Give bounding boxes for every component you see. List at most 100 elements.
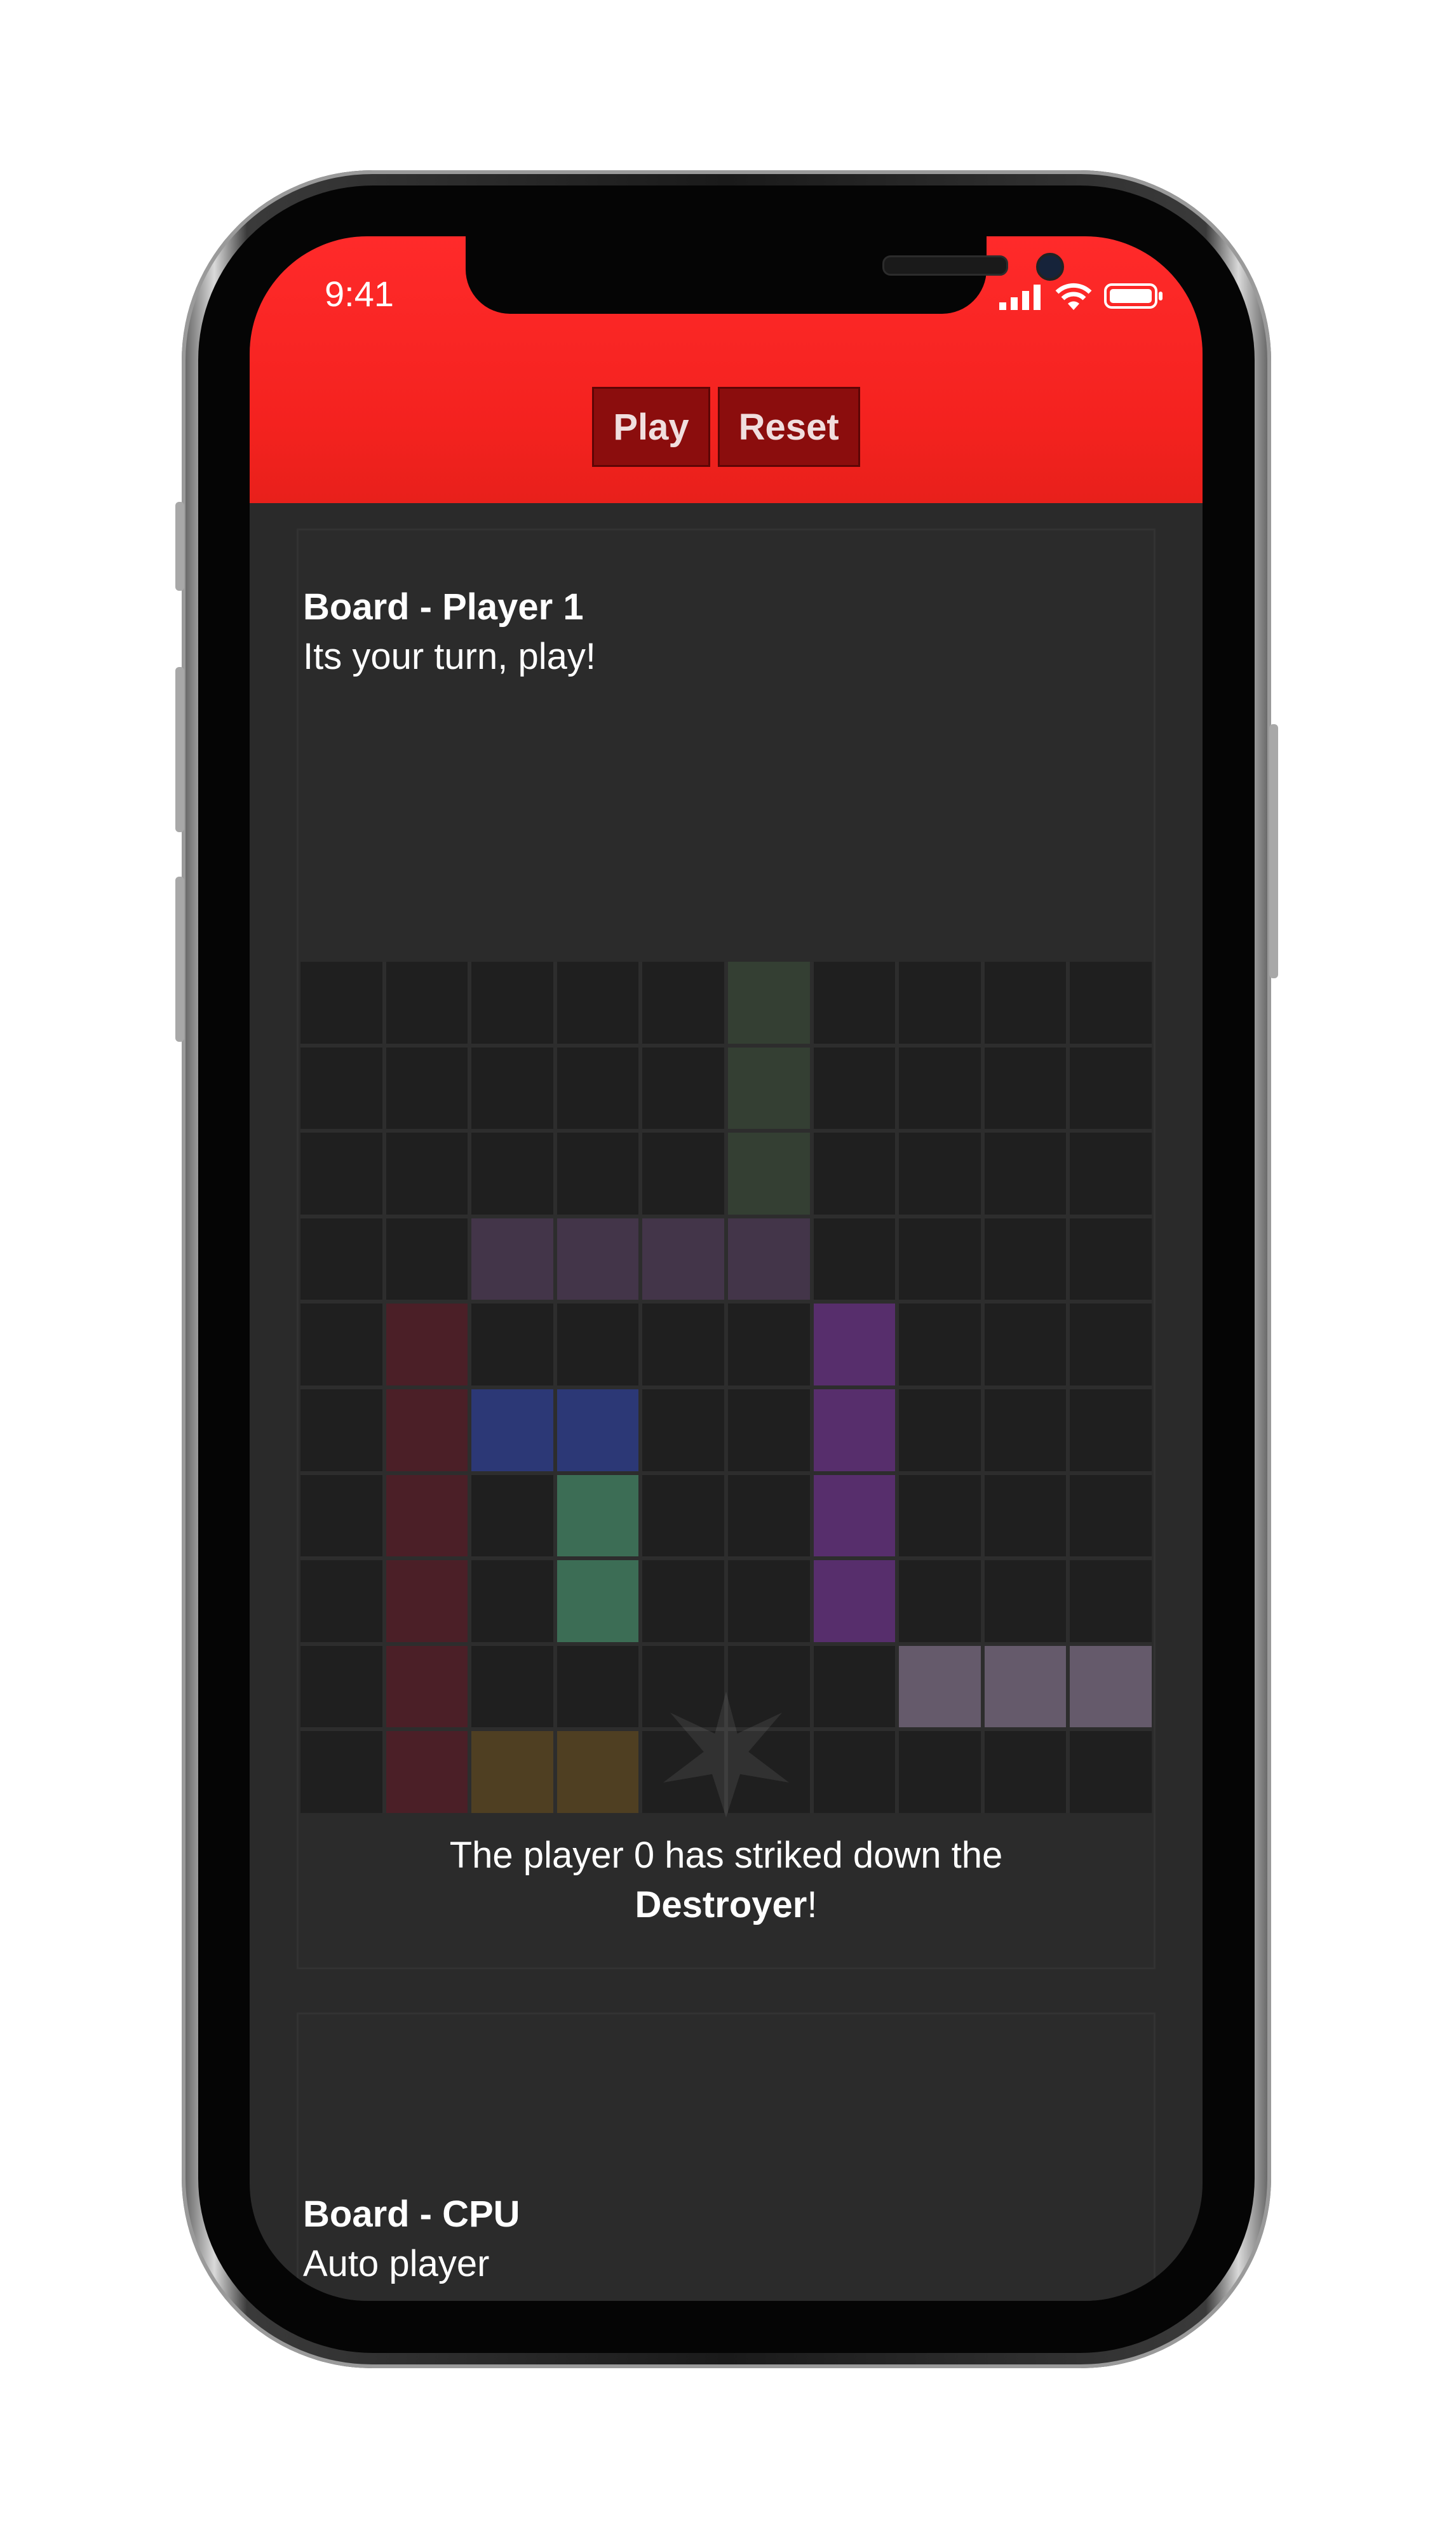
- ship-cell[interactable]: [642, 1218, 724, 1300]
- ship-cell[interactable]: [556, 1560, 639, 1642]
- reset-button[interactable]: Reset: [717, 387, 860, 467]
- board-cell[interactable]: [1070, 962, 1152, 1044]
- board-cell[interactable]: [471, 1133, 553, 1215]
- ship-cell[interactable]: [899, 1645, 981, 1728]
- ship-cell[interactable]: [471, 1389, 553, 1471]
- board-cell[interactable]: [642, 1047, 724, 1129]
- board-cell[interactable]: [899, 1474, 981, 1557]
- ship-cell[interactable]: [556, 1731, 639, 1813]
- ship-cell[interactable]: [813, 1304, 896, 1385]
- board-cell[interactable]: [642, 1474, 724, 1557]
- board-cell[interactable]: [1070, 1218, 1152, 1300]
- board-cell[interactable]: [1070, 1389, 1152, 1471]
- board-cell[interactable]: [300, 1731, 382, 1813]
- board-cell[interactable]: [899, 1731, 981, 1813]
- board-cell[interactable]: [642, 1389, 724, 1471]
- board-cell[interactable]: [471, 962, 553, 1044]
- board-cell[interactable]: [556, 1133, 639, 1215]
- ship-cell[interactable]: [386, 1645, 468, 1728]
- ship-cell[interactable]: [386, 1304, 468, 1385]
- board-cell[interactable]: [1070, 1474, 1152, 1557]
- board-cell[interactable]: [728, 1560, 810, 1642]
- ship-cell[interactable]: [556, 1218, 639, 1300]
- board-cell[interactable]: [471, 1304, 553, 1385]
- board-cell[interactable]: [899, 1560, 981, 1642]
- board-cell[interactable]: [813, 1133, 896, 1215]
- board-cell[interactable]: [813, 1731, 896, 1813]
- board-cell[interactable]: [386, 962, 468, 1044]
- board-cell[interactable]: [300, 1047, 382, 1129]
- board-cell[interactable]: [899, 962, 981, 1044]
- board-cell[interactable]: [386, 1218, 468, 1300]
- ship-cell[interactable]: [556, 1389, 639, 1471]
- ship-cell[interactable]: [728, 962, 810, 1044]
- board-cell[interactable]: [471, 1645, 553, 1728]
- board-cell[interactable]: [300, 1389, 382, 1471]
- board-cell[interactable]: [728, 1389, 810, 1471]
- board-cell[interactable]: [984, 1731, 1067, 1813]
- ship-cell[interactable]: [984, 1645, 1067, 1728]
- board-cell[interactable]: [642, 1560, 724, 1642]
- board-cell[interactable]: [300, 1304, 382, 1385]
- player-board-title: Board - Player 1: [303, 586, 584, 628]
- board-cell[interactable]: [471, 1560, 553, 1642]
- board-cell[interactable]: [300, 1645, 382, 1728]
- board-cell[interactable]: [899, 1047, 981, 1129]
- ship-cell[interactable]: [813, 1389, 896, 1471]
- board-cell[interactable]: [556, 1645, 639, 1728]
- board-cell[interactable]: [899, 1389, 981, 1471]
- board-cell[interactable]: [813, 1218, 896, 1300]
- ship-cell[interactable]: [386, 1731, 468, 1813]
- board-cell[interactable]: [300, 1218, 382, 1300]
- board-cell[interactable]: [1070, 1133, 1152, 1215]
- board-cell[interactable]: [300, 1133, 382, 1215]
- board-cell[interactable]: [556, 962, 639, 1044]
- board-cell[interactable]: [984, 1474, 1067, 1557]
- ship-cell[interactable]: [1070, 1645, 1152, 1728]
- ship-cell[interactable]: [813, 1560, 896, 1642]
- board-cell[interactable]: [813, 1645, 896, 1728]
- board-cell[interactable]: [728, 1474, 810, 1557]
- ship-cell[interactable]: [471, 1731, 553, 1813]
- ship-cell[interactable]: [386, 1560, 468, 1642]
- board-cell[interactable]: [556, 1304, 639, 1385]
- board-cell[interactable]: [1070, 1304, 1152, 1385]
- ship-cell[interactable]: [728, 1133, 810, 1215]
- play-button[interactable]: Play: [592, 387, 710, 467]
- board-cell[interactable]: [300, 1560, 382, 1642]
- board-cell[interactable]: [984, 962, 1067, 1044]
- board-cell[interactable]: [899, 1304, 981, 1385]
- board-cell[interactable]: [813, 962, 896, 1044]
- board-cell[interactable]: [642, 1133, 724, 1215]
- ship-cell[interactable]: [471, 1218, 553, 1300]
- board-cell[interactable]: [471, 1047, 553, 1129]
- ship-cell[interactable]: [728, 1218, 810, 1300]
- board-cell[interactable]: [813, 1047, 896, 1129]
- board-cell[interactable]: [728, 1304, 810, 1385]
- board-cell[interactable]: [300, 962, 382, 1044]
- ship-cell[interactable]: [813, 1474, 896, 1557]
- board-cell[interactable]: [1070, 1731, 1152, 1813]
- ship-cell[interactable]: [728, 1047, 810, 1129]
- board-cell[interactable]: [1070, 1560, 1152, 1642]
- ship-cell[interactable]: [386, 1474, 468, 1557]
- ship-cell[interactable]: [386, 1389, 468, 1471]
- board-cell[interactable]: [642, 962, 724, 1044]
- board-cell[interactable]: [984, 1133, 1067, 1215]
- board-cell[interactable]: [642, 1304, 724, 1385]
- board-cell[interactable]: [1070, 1047, 1152, 1129]
- board-cell[interactable]: [386, 1047, 468, 1129]
- board-cell[interactable]: [984, 1218, 1067, 1300]
- board-cell[interactable]: [300, 1474, 382, 1557]
- board-cell[interactable]: [899, 1133, 981, 1215]
- ship-cell[interactable]: [556, 1474, 639, 1557]
- board-cell[interactable]: [984, 1560, 1067, 1642]
- board-cell[interactable]: [471, 1474, 553, 1557]
- board-cell[interactable]: [556, 1047, 639, 1129]
- board-cell[interactable]: [899, 1218, 981, 1300]
- board-cell[interactable]: [984, 1389, 1067, 1471]
- board-cell[interactable]: [386, 1133, 468, 1215]
- board-cell[interactable]: [984, 1047, 1067, 1129]
- board-cell[interactable]: [984, 1304, 1067, 1385]
- app-screen: Board - Player 1 Its your turn, play! Th…: [250, 236, 1203, 2301]
